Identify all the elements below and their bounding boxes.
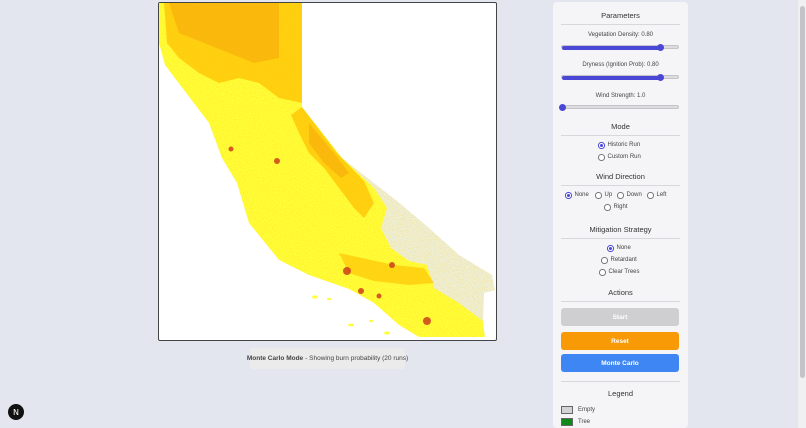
page-scrollbar[interactable] (798, 0, 806, 428)
slider-fill (562, 75, 661, 80)
wind-option-up[interactable]: Up (595, 192, 612, 199)
island (327, 297, 331, 301)
hotspot (274, 158, 280, 164)
mode-option-custom-run[interactable]: Custom Run (598, 154, 641, 161)
legend-swatch (561, 406, 573, 414)
wind-option-down[interactable]: Down (617, 192, 642, 199)
parameters-title: Parameters (561, 11, 680, 25)
legend-label: Empty (578, 407, 596, 413)
reset-button[interactable]: Reset (561, 332, 679, 350)
radio-label: Left (656, 192, 667, 199)
island (348, 323, 354, 327)
radio-button[interactable] (647, 192, 654, 199)
vegetation-density-label: Vegetation Density: 0.80 (587, 32, 654, 38)
radio-label: None (616, 245, 631, 252)
actions-title: Actions (561, 288, 680, 302)
wind-direction-title: Wind Direction (561, 172, 680, 186)
legend-item-tree: Tree (561, 418, 590, 426)
radio-button[interactable] (617, 192, 624, 199)
radio-label: Retardant (610, 257, 637, 264)
legend-label: Tree (578, 419, 591, 425)
mitigation-option-clear-trees[interactable]: Clear Trees (599, 269, 640, 276)
mitigation-title: Mitigation Strategy (561, 225, 680, 239)
start-button[interactable]: Start (561, 308, 679, 326)
hotspot (343, 267, 351, 275)
radio-label: Custom Run (607, 154, 641, 161)
wind-strength-slider[interactable] (558, 104, 679, 111)
wind-strength-label: Wind Strength: 1.0 (595, 93, 646, 99)
control-panel: Parameters Vegetation Density: 0.80 Dryn… (553, 2, 688, 428)
radio-button[interactable] (607, 245, 614, 252)
simulation-canvas[interactable] (158, 2, 497, 341)
wind-option-none[interactable]: None (565, 192, 589, 199)
island (369, 319, 373, 323)
legend-item-empty: Empty (561, 406, 595, 414)
mode-title: Mode (561, 122, 680, 136)
hotspot (423, 317, 431, 325)
radio-button[interactable] (599, 269, 606, 276)
island (312, 295, 318, 299)
slider-fill (562, 45, 661, 50)
radio-button[interactable] (604, 204, 611, 211)
radio-label: Up (604, 192, 613, 199)
radio-button[interactable] (595, 192, 602, 199)
slider-thumb[interactable] (656, 74, 664, 81)
mode-option-historic-run[interactable]: Historic Run (598, 142, 640, 149)
burn-texture (159, 3, 495, 337)
framework-badge-icon[interactable]: N (8, 404, 24, 420)
radio-button[interactable] (601, 257, 608, 264)
monte-carlo-button[interactable]: Monte Carlo (561, 354, 679, 372)
radio-label: Historic Run (607, 142, 641, 149)
wind-option-left[interactable]: Left (647, 192, 667, 199)
hotspot (376, 293, 382, 299)
status-mode: Monte Carlo Mode (246, 355, 304, 362)
radio-label: Right (613, 204, 628, 211)
radio-label: Down (626, 192, 642, 199)
vegetation-density-slider[interactable] (561, 44, 679, 51)
scrollbar-thumb[interactable] (799, 6, 805, 378)
radio-button[interactable] (598, 154, 605, 161)
california-region (159, 3, 495, 337)
burn-probability-map (159, 3, 495, 337)
slider-thumb[interactable] (656, 44, 664, 51)
radio-label: None (574, 192, 589, 199)
radio-label: Clear Trees (608, 269, 640, 276)
island (384, 331, 390, 335)
radio-button[interactable] (598, 142, 605, 149)
dryness-label: Dryness (Ignition Prob): 0.80 (582, 62, 659, 68)
hotspot (228, 146, 234, 152)
radio-button[interactable] (565, 192, 572, 199)
mitigation-option-retardant[interactable]: Retardant (601, 257, 637, 264)
dryness-slider[interactable] (561, 74, 679, 81)
status-description: - Showing burn probability (20 runs) (305, 355, 409, 362)
legend-swatch (561, 418, 573, 426)
status-bar: Monte Carlo Mode - Showing burn probabil… (246, 348, 409, 369)
slider-thumb[interactable] (558, 104, 566, 111)
legend-title: Legend (607, 389, 634, 398)
hotspot (389, 262, 395, 268)
hotspot (358, 288, 364, 294)
divider (561, 381, 680, 382)
wind-option-right[interactable]: Right (604, 204, 628, 211)
mitigation-option-none[interactable]: None (607, 245, 631, 252)
